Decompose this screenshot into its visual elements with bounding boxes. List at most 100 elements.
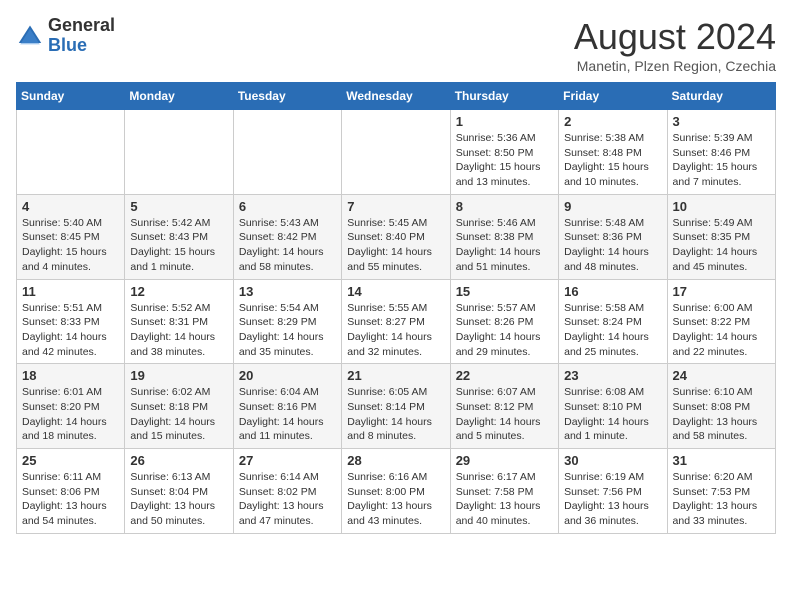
day-number: 14 <box>347 284 444 299</box>
day-number: 29 <box>456 453 553 468</box>
calendar-cell: 22Sunrise: 6:07 AM Sunset: 8:12 PM Dayli… <box>450 364 558 449</box>
day-number: 18 <box>22 368 119 383</box>
day-info: Sunrise: 5:42 AM Sunset: 8:43 PM Dayligh… <box>130 216 227 275</box>
day-number: 15 <box>456 284 553 299</box>
calendar-cell: 27 Sunrise: 6:14 AM Sunset: 8:02 PM Dayli… <box>233 449 341 534</box>
calendar-cell: 3 Sunrise: 5:39 AM Sunset: 8:46 PM Daylig… <box>667 110 775 195</box>
day-number: 2 <box>564 114 661 129</box>
day-number: 8 <box>456 199 553 214</box>
day-info: Sunrise: 5:36 AM Sunset: 8:50 PM Dayligh… <box>456 131 553 190</box>
day-info: Sunrise: 5:57 AM Sunset: 8:26 PM Dayligh… <box>456 301 553 360</box>
column-header-friday: Friday <box>559 83 667 110</box>
logo: General Blue <box>16 16 115 56</box>
day-info: Sunrise: 5:51 AM Sunset: 8:33 PM Dayligh… <box>22 301 119 360</box>
day-info: Sunrise: 6:08 AM Sunset: 8:10 PM Dayligh… <box>564 385 661 444</box>
calendar-cell: 5Sunrise: 5:42 AM Sunset: 8:43 PM Daylig… <box>125 194 233 279</box>
calendar-cell: 17 Sunrise: 6:00 AM Sunset: 8:22 PM Dayli… <box>667 279 775 364</box>
day-number: 17 <box>673 284 770 299</box>
calendar-cell: 23 Sunrise: 6:08 AM Sunset: 8:10 PM Dayli… <box>559 364 667 449</box>
day-number: 25 <box>22 453 119 468</box>
calendar-week-row: 25 Sunrise: 6:11 AM Sunset: 8:06 PM Dayli… <box>17 449 776 534</box>
calendar-cell: 16 Sunrise: 5:58 AM Sunset: 8:24 PM Dayli… <box>559 279 667 364</box>
calendar-cell: 9 Sunrise: 5:48 AM Sunset: 8:36 PM Daylig… <box>559 194 667 279</box>
calendar-header-row: SundayMondayTuesdayWednesdayThursdayFrid… <box>17 83 776 110</box>
calendar-cell: 4Sunrise: 5:40 AM Sunset: 8:45 PM Daylig… <box>17 194 125 279</box>
column-header-saturday: Saturday <box>667 83 775 110</box>
day-number: 23 <box>564 368 661 383</box>
calendar-cell: 13 Sunrise: 5:54 AM Sunset: 8:29 PM Dayli… <box>233 279 341 364</box>
day-info: Sunrise: 6:19 AM Sunset: 7:56 PM Dayligh… <box>564 470 661 529</box>
calendar-cell: 30 Sunrise: 6:19 AM Sunset: 7:56 PM Dayli… <box>559 449 667 534</box>
day-info: Sunrise: 5:39 AM Sunset: 8:46 PM Dayligh… <box>673 131 770 190</box>
calendar-week-row: 11 Sunrise: 5:51 AM Sunset: 8:33 PM Dayli… <box>17 279 776 364</box>
calendar-cell: 1 Sunrise: 5:36 AM Sunset: 8:50 PM Daylig… <box>450 110 558 195</box>
calendar-cell: 28 Sunrise: 6:16 AM Sunset: 8:00 PM Dayli… <box>342 449 450 534</box>
day-number: 6 <box>239 199 336 214</box>
calendar-week-row: 4Sunrise: 5:40 AM Sunset: 8:45 PM Daylig… <box>17 194 776 279</box>
day-info: Sunrise: 6:04 AM Sunset: 8:16 PM Dayligh… <box>239 385 336 444</box>
day-info: Sunrise: 5:55 AM Sunset: 8:27 PM Dayligh… <box>347 301 444 360</box>
day-info: Sunrise: 6:00 AM Sunset: 8:22 PM Dayligh… <box>673 301 770 360</box>
column-header-wednesday: Wednesday <box>342 83 450 110</box>
day-info: Sunrise: 6:13 AM Sunset: 8:04 PM Dayligh… <box>130 470 227 529</box>
day-number: 1 <box>456 114 553 129</box>
day-info: Sunrise: 6:16 AM Sunset: 8:00 PM Dayligh… <box>347 470 444 529</box>
day-info: Sunrise: 5:45 AM Sunset: 8:40 PM Dayligh… <box>347 216 444 275</box>
day-number: 13 <box>239 284 336 299</box>
calendar-cell: 15 Sunrise: 5:57 AM Sunset: 8:26 PM Dayli… <box>450 279 558 364</box>
calendar-cell: 26Sunrise: 6:13 AM Sunset: 8:04 PM Dayli… <box>125 449 233 534</box>
calendar-cell: 6Sunrise: 5:43 AM Sunset: 8:42 PM Daylig… <box>233 194 341 279</box>
day-info: Sunrise: 6:20 AM Sunset: 7:53 PM Dayligh… <box>673 470 770 529</box>
day-number: 24 <box>673 368 770 383</box>
calendar-cell <box>342 110 450 195</box>
day-info: Sunrise: 6:17 AM Sunset: 7:58 PM Dayligh… <box>456 470 553 529</box>
calendar-cell: 21Sunrise: 6:05 AM Sunset: 8:14 PM Dayli… <box>342 364 450 449</box>
calendar-cell: 31 Sunrise: 6:20 AM Sunset: 7:53 PM Dayli… <box>667 449 775 534</box>
calendar-cell: 8 Sunrise: 5:46 AM Sunset: 8:38 PM Daylig… <box>450 194 558 279</box>
calendar-cell: 25 Sunrise: 6:11 AM Sunset: 8:06 PM Dayli… <box>17 449 125 534</box>
calendar-cell: 11 Sunrise: 5:51 AM Sunset: 8:33 PM Dayli… <box>17 279 125 364</box>
calendar-cell: 7 Sunrise: 5:45 AM Sunset: 8:40 PM Daylig… <box>342 194 450 279</box>
logo-general-text: General <box>48 15 115 35</box>
calendar-cell <box>17 110 125 195</box>
day-info: Sunrise: 6:02 AM Sunset: 8:18 PM Dayligh… <box>130 385 227 444</box>
day-number: 16 <box>564 284 661 299</box>
calendar-table: SundayMondayTuesdayWednesdayThursdayFrid… <box>16 82 776 534</box>
calendar-week-row: 18 Sunrise: 6:01 AM Sunset: 8:20 PM Dayli… <box>17 364 776 449</box>
day-info: Sunrise: 6:10 AM Sunset: 8:08 PM Dayligh… <box>673 385 770 444</box>
day-number: 22 <box>456 368 553 383</box>
day-number: 10 <box>673 199 770 214</box>
day-number: 9 <box>564 199 661 214</box>
day-number: 7 <box>347 199 444 214</box>
day-number: 30 <box>564 453 661 468</box>
day-info: Sunrise: 5:58 AM Sunset: 8:24 PM Dayligh… <box>564 301 661 360</box>
day-number: 19 <box>130 368 227 383</box>
day-number: 12 <box>130 284 227 299</box>
month-title: August 2024 <box>574 16 776 58</box>
calendar-cell <box>233 110 341 195</box>
day-number: 20 <box>239 368 336 383</box>
title-block: August 2024 Manetin, Plzen Region, Czech… <box>574 16 776 74</box>
calendar-cell: 20 Sunrise: 6:04 AM Sunset: 8:16 PM Dayli… <box>233 364 341 449</box>
day-info: Sunrise: 6:14 AM Sunset: 8:02 PM Dayligh… <box>239 470 336 529</box>
page-header: General Blue August 2024 Manetin, Plzen … <box>16 16 776 74</box>
calendar-cell: 14 Sunrise: 5:55 AM Sunset: 8:27 PM Dayli… <box>342 279 450 364</box>
day-info: Sunrise: 5:49 AM Sunset: 8:35 PM Dayligh… <box>673 216 770 275</box>
calendar-week-row: 1 Sunrise: 5:36 AM Sunset: 8:50 PM Daylig… <box>17 110 776 195</box>
calendar-cell: 10 Sunrise: 5:49 AM Sunset: 8:35 PM Dayli… <box>667 194 775 279</box>
day-number: 28 <box>347 453 444 468</box>
day-info: Sunrise: 5:52 AM Sunset: 8:31 PM Dayligh… <box>130 301 227 360</box>
day-info: Sunrise: 6:11 AM Sunset: 8:06 PM Dayligh… <box>22 470 119 529</box>
day-info: Sunrise: 5:46 AM Sunset: 8:38 PM Dayligh… <box>456 216 553 275</box>
day-number: 31 <box>673 453 770 468</box>
location-text: Manetin, Plzen Region, Czechia <box>574 58 776 74</box>
logo-icon <box>16 22 44 50</box>
day-info: Sunrise: 6:01 AM Sunset: 8:20 PM Dayligh… <box>22 385 119 444</box>
day-info: Sunrise: 5:54 AM Sunset: 8:29 PM Dayligh… <box>239 301 336 360</box>
calendar-cell: 12 Sunrise: 5:52 AM Sunset: 8:31 PM Dayli… <box>125 279 233 364</box>
day-number: 27 <box>239 453 336 468</box>
column-header-sunday: Sunday <box>17 83 125 110</box>
day-info: Sunrise: 5:48 AM Sunset: 8:36 PM Dayligh… <box>564 216 661 275</box>
day-number: 3 <box>673 114 770 129</box>
day-number: 11 <box>22 284 119 299</box>
